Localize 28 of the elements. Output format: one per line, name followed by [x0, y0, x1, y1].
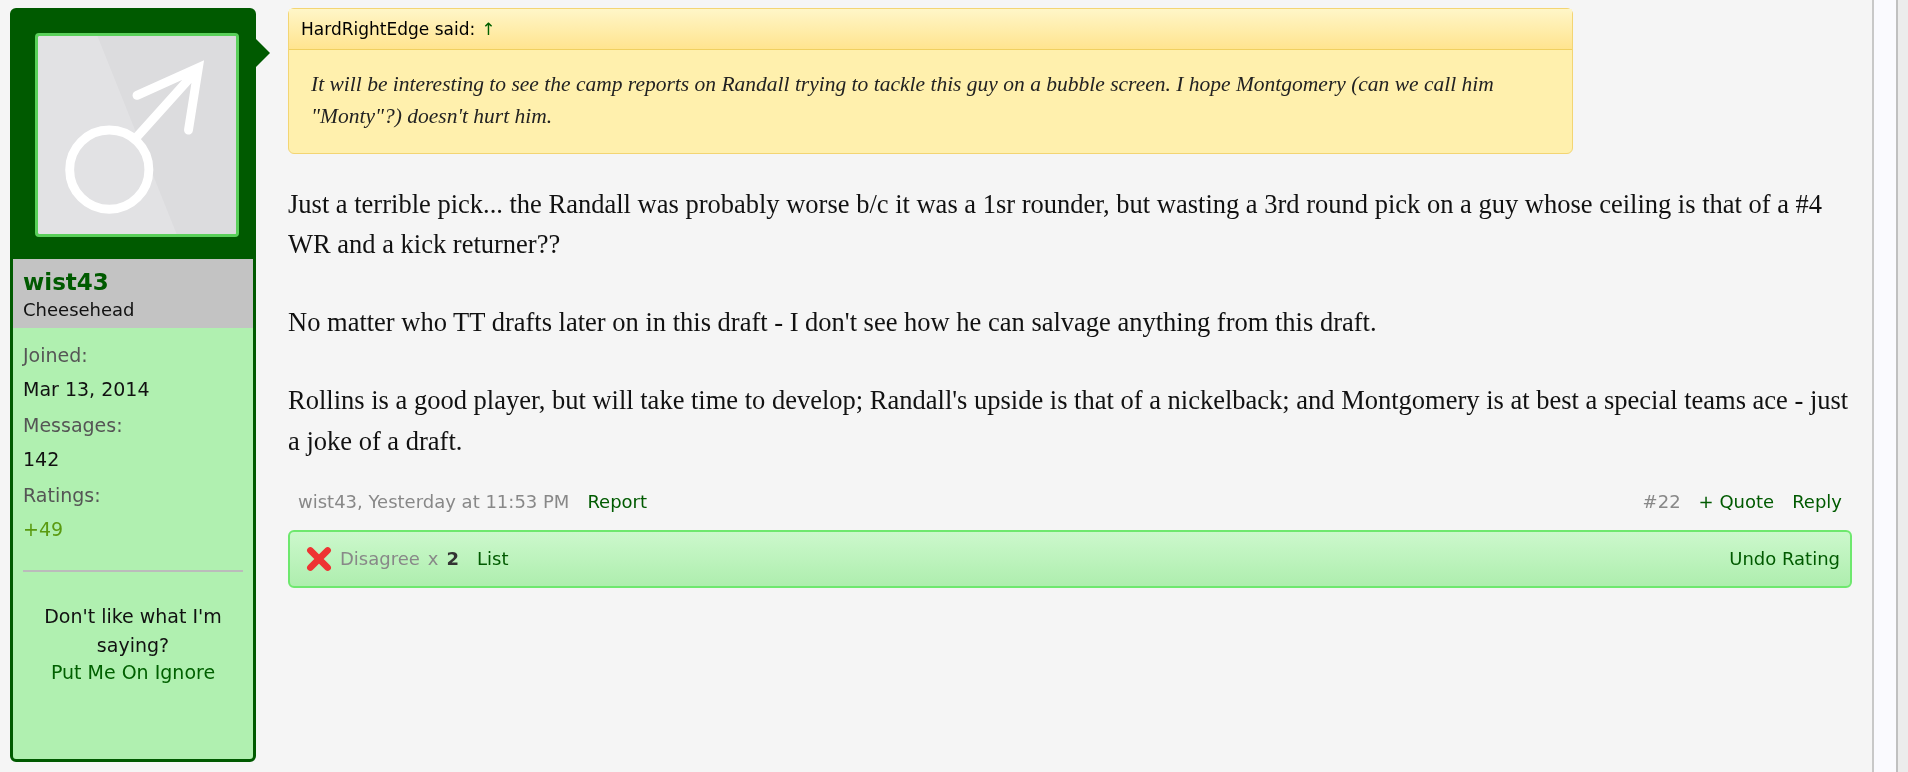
list-link[interactable]: List — [477, 548, 509, 570]
report-link[interactable]: Report — [587, 490, 648, 512]
rating-label: Disagree — [340, 548, 420, 570]
stat-label: Ratings: — [23, 484, 101, 506]
reply-link[interactable]: Reply — [1792, 490, 1842, 512]
quote-author: HardRightEdge said: — [301, 19, 476, 39]
scrollbar-track[interactable] — [1874, 0, 1898, 772]
cross-icon — [306, 545, 332, 572]
ignore-link[interactable]: Put Me On Ignore — [50, 661, 216, 683]
user-title: Cheesehead — [23, 299, 136, 320]
rating-times: x — [427, 548, 439, 570]
post-meta: wist43, Yesterday at 11:53 PM — [298, 490, 570, 512]
post-paragraph: Just a terrible pick... the Randall was probably worse b/c it was a 1sr rounder, but wasting a 3rd round pick on a guy whose ceiling is that of a #4 WR and a kick returner?? — [288, 187, 1824, 261]
stat-value: Mar 13, 2014 — [23, 378, 150, 400]
rating-count: 2 — [446, 548, 460, 570]
undo-rating-link[interactable]: Undo Rating — [1729, 548, 1840, 570]
post-paragraph: No matter who TT drafts later on in this draft - I don't see how he can salvage anything from this draft. — [288, 306, 1378, 340]
stat-label: Joined: — [23, 344, 88, 366]
quote-link[interactable]: + Quote — [1698, 490, 1775, 512]
stat-value: 142 — [23, 448, 60, 470]
username-link[interactable]: wist43 — [23, 269, 243, 295]
ignore-prompt: Don't like what I'm saying? — [43, 604, 223, 658]
stat-value: +49 — [23, 518, 64, 540]
post-paragraph: Rollins is a good player, but will take time to develop; Randall's upside is that of a nickelback; and Montgomery is at best a special teams ace - just a joke of a draft. — [288, 384, 1850, 458]
quote-text: It will be interesting to see the camp reports on Randall trying to tackle this guy on a bubble screen. I hope Montgomery (can we call him "Monty"?) doesn't hurt him. — [310, 71, 1495, 131]
quote-link[interactable]: ↑ — [481, 19, 496, 39]
avatar-male-symbol-icon[interactable] — [35, 33, 239, 237]
stat-label: Messages: — [23, 414, 123, 436]
